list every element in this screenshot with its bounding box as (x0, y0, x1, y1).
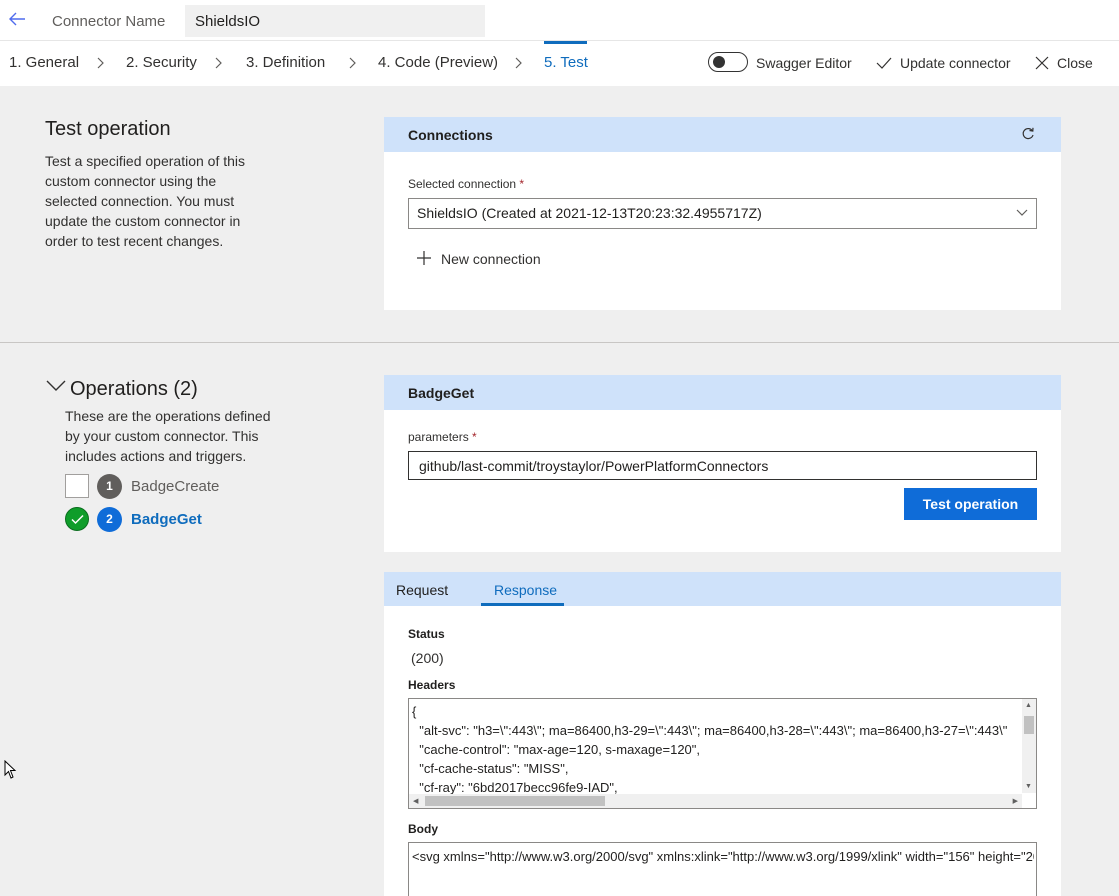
headers-label: Headers (408, 678, 456, 692)
body-label: Body (408, 822, 438, 836)
step-test[interactable]: 5. Test (544, 54, 588, 71)
operation-panel-header: BadgeGet (384, 375, 1061, 410)
active-tab-indicator (481, 603, 564, 606)
step-code-preview[interactable]: 4. Code (Preview) (378, 54, 498, 71)
vertical-scrollbar[interactable]: ▲ ▼ (1022, 699, 1036, 793)
operation-number-badge: 1 (97, 474, 122, 499)
test-operation-button[interactable]: Test operation (904, 488, 1037, 520)
swagger-editor-label: Swagger Editor (756, 55, 852, 71)
operation-item-badgeget[interactable]: 2 BadgeGet (65, 507, 265, 533)
toggle-knob (713, 56, 725, 68)
checkmark-icon (876, 57, 892, 69)
operation-item-badgecreate[interactable]: 1 BadgeCreate (65, 474, 265, 500)
test-operation-description: Test a specified operation of this custo… (45, 153, 246, 249)
scroll-down-arrow-icon[interactable]: ▼ (1025, 783, 1032, 790)
operation-name[interactable]: BadgeGet (131, 511, 202, 528)
step-definition[interactable]: 3. Definition (246, 54, 325, 71)
scroll-right-arrow-icon[interactable]: ▶ (1013, 797, 1018, 805)
status-label: Status (408, 627, 445, 641)
new-connection-button[interactable]: New connection (441, 251, 541, 267)
chevron-right-icon (515, 57, 522, 69)
chevron-down-icon (1016, 209, 1028, 216)
operation-number-badge: 2 (97, 507, 122, 532)
parameters-input[interactable] (408, 451, 1037, 480)
scroll-thumb[interactable] (1024, 716, 1034, 734)
operation-checkbox[interactable] (65, 474, 89, 498)
parameters-label: parameters * (408, 430, 477, 444)
plus-icon (417, 251, 431, 265)
tab-response[interactable]: Response (494, 582, 557, 598)
body-textarea[interactable]: <svg xmlns="http://www.w3.org/2000/svg" … (408, 842, 1037, 896)
chevron-right-icon (215, 57, 222, 69)
active-step-indicator (544, 41, 587, 44)
top-bar: Connector Name (0, 0, 1119, 41)
operation-name[interactable]: BadgeCreate (131, 478, 219, 495)
step-general[interactable]: 1. General (9, 54, 79, 71)
connector-name-input[interactable] (185, 5, 485, 37)
connector-name-label: Connector Name (52, 13, 166, 30)
chevron-down-icon[interactable] (46, 380, 66, 392)
scroll-thumb[interactable] (425, 796, 605, 806)
back-arrow-icon[interactable] (6, 8, 28, 30)
chevron-right-icon (97, 57, 104, 69)
result-tabs: Request Response (384, 572, 1061, 606)
step-security[interactable]: 2. Security (126, 54, 197, 71)
scroll-left-arrow-icon[interactable]: ◀ (413, 797, 418, 805)
selected-connection-dropdown[interactable]: ShieldsIO (Created at 2021-12-13T20:23:3… (408, 198, 1037, 229)
test-operation-title: Test operation (45, 118, 171, 140)
section-divider (0, 342, 1119, 343)
tab-request[interactable]: Request (396, 582, 448, 598)
selected-connection-label: Selected connection * (408, 177, 525, 191)
horizontal-scrollbar[interactable]: ◀ ▶ (409, 794, 1022, 808)
headers-textarea[interactable]: { "alt-svc": "h3=\":443\"; ma=86400,h3-2… (408, 698, 1037, 809)
operations-title: Operations (2) (70, 378, 198, 400)
connections-header: Connections (384, 117, 1061, 152)
refresh-icon[interactable] (1021, 127, 1035, 141)
close-button[interactable]: Close (1057, 55, 1093, 71)
success-check-icon[interactable] (65, 507, 89, 531)
chevron-right-icon (349, 57, 356, 69)
operations-description: These are the operations defined by your… (65, 408, 271, 464)
mouse-cursor-icon (4, 760, 17, 779)
update-connector-button[interactable]: Update connector (900, 55, 1011, 71)
swagger-editor-toggle[interactable] (708, 52, 748, 72)
checkmark-icon (71, 514, 84, 525)
close-icon (1035, 56, 1049, 70)
scroll-up-arrow-icon[interactable]: ▲ (1025, 702, 1032, 709)
status-value: (200) (411, 650, 444, 666)
